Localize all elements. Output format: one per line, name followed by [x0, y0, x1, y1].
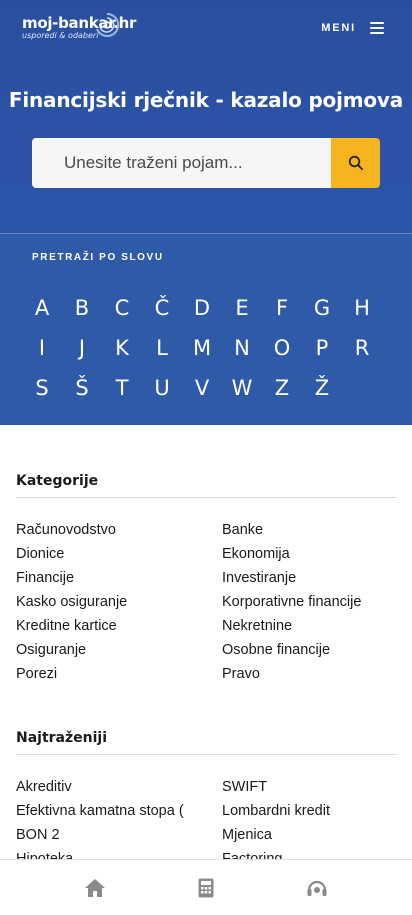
letter-link[interactable]: O: [262, 333, 302, 363]
main-content: Kategorije Računovodstvo Banke Dionice Ekon…: [0, 425, 412, 871]
letter-link[interactable]: J: [62, 333, 102, 363]
letter-link[interactable]: Ž: [302, 373, 342, 403]
category-link[interactable]: Financije: [16, 566, 222, 590]
letter-link[interactable]: M: [182, 333, 222, 363]
letters-label: PRETRAŽI PO SLOVU: [32, 252, 164, 263]
category-link[interactable]: Dionice: [16, 542, 222, 566]
category-link[interactable]: Kreditne kartice: [16, 614, 222, 638]
page-title: Financijski rječnik - kazalo pojmova: [8, 88, 404, 112]
category-link[interactable]: Porezi: [16, 662, 222, 686]
logo-swirl-icon: [96, 12, 120, 37]
popular-term-link[interactable]: Mjenica: [222, 823, 396, 847]
menu-button[interactable]: MENI: [321, 22, 384, 34]
categories-title: Kategorije: [16, 473, 396, 498]
search-icon: [348, 155, 363, 171]
search-button[interactable]: [331, 138, 380, 188]
popular-term-link[interactable]: Akreditiv: [16, 775, 222, 799]
letter-link[interactable]: B: [62, 293, 102, 323]
letter-link[interactable]: K: [102, 333, 142, 363]
nav-support[interactable]: [287, 868, 347, 908]
popular-term-link[interactable]: Lombardni kredit: [222, 799, 396, 823]
title-block: Financijski rječnik - kazalo pojmova: [0, 56, 412, 112]
headset-icon: [307, 880, 327, 896]
nav-calculator[interactable]: [176, 868, 236, 908]
letter-link[interactable]: R: [342, 333, 382, 363]
popular-list: Akreditiv SWIFT Efektivna kamatna stopa (L…: [16, 775, 396, 871]
letter-link[interactable]: Č: [142, 293, 182, 323]
category-link[interactable]: Kasko osiguranje: [16, 590, 222, 614]
letter-link[interactable]: D: [182, 293, 222, 323]
category-link[interactable]: Računovodstvo: [16, 518, 222, 542]
letter-link[interactable]: Z: [262, 373, 302, 403]
letter-link[interactable]: N: [222, 333, 262, 363]
calculator-icon: [198, 878, 214, 897]
letter-link[interactable]: E: [222, 293, 262, 323]
letter-link[interactable]: U: [142, 373, 182, 403]
letter-link[interactable]: W: [222, 373, 262, 403]
letter-link[interactable]: P: [302, 333, 342, 363]
hero-divider: [0, 188, 412, 234]
category-link[interactable]: Osiguranje: [16, 638, 222, 662]
category-link[interactable]: Banke: [222, 518, 396, 542]
letter-link[interactable]: L: [142, 333, 182, 363]
category-link[interactable]: Investiranje: [222, 566, 396, 590]
category-link[interactable]: Nekretnine: [222, 614, 396, 638]
menu-label: MENI: [321, 22, 356, 34]
popular-term-link[interactable]: SWIFT: [222, 775, 396, 799]
category-link[interactable]: Ekonomija: [222, 542, 396, 566]
letter-link[interactable]: S: [22, 373, 62, 403]
letter-link[interactable]: T: [102, 373, 142, 403]
letter-link[interactable]: Š: [62, 373, 102, 403]
letter-link[interactable]: V: [182, 373, 222, 403]
category-link[interactable]: Osobne financije: [222, 638, 396, 662]
top-bar: moj-bankar.hr usporedi & odaberi MENI: [0, 0, 412, 56]
popular-term-link[interactable]: BON 2: [16, 823, 222, 847]
hamburger-icon: [370, 22, 384, 34]
letter-link[interactable]: I: [22, 333, 62, 363]
site-logo[interactable]: moj-bankar.hr usporedi & odaberi: [22, 12, 136, 41]
category-link[interactable]: Korporativne financije: [222, 590, 396, 614]
category-link[interactable]: Pravo: [222, 662, 396, 686]
letter-link[interactable]: A: [22, 293, 62, 323]
nav-home[interactable]: [65, 868, 125, 908]
letters-section: PRETRAŽI PO SLOVU ABCČDEFGH IJKLMNOPR SŠTU…: [0, 234, 412, 425]
letter-link[interactable]: F: [262, 293, 302, 323]
home-icon: [85, 878, 106, 897]
search-input[interactable]: [32, 138, 331, 188]
popular-title: Najtraženiji: [16, 730, 396, 755]
letter-link[interactable]: H: [342, 293, 382, 323]
categories-list: Računovodstvo Banke Dionice Ekonomija Financ…: [16, 518, 396, 686]
popular-term-link[interactable]: Efektivna kamatna stopa (: [16, 799, 222, 823]
letters-grid: ABCČDEFGH IJKLMNOPR SŠTUVWZŽ: [22, 293, 390, 403]
hero-section: moj-bankar.hr usporedi & odaberi MENI Fi…: [0, 0, 412, 425]
letter-link[interactable]: C: [102, 293, 142, 323]
bottom-navigation: [0, 859, 412, 915]
letter-link[interactable]: G: [302, 293, 342, 323]
search-bar: [32, 138, 380, 188]
